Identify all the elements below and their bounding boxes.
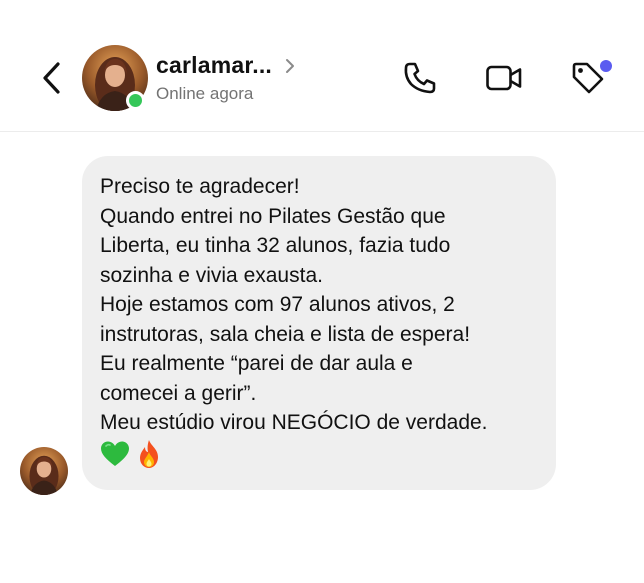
- message-line: sozinha e vivia exausta.: [100, 263, 323, 287]
- message-line: Eu realmente “parei de dar aula e: [100, 352, 413, 375]
- video-call-button[interactable]: [484, 58, 524, 98]
- sender-avatar[interactable]: [20, 447, 68, 495]
- video-camera-icon: [486, 65, 522, 91]
- emoji-row: [100, 438, 538, 470]
- back-button[interactable]: [36, 58, 66, 98]
- message-line: comecei a gerir”.: [100, 381, 257, 405]
- voice-call-button[interactable]: [400, 58, 440, 98]
- phone-icon: [404, 62, 436, 94]
- message-line: Hoje estamos com 97 alunos ativos, 2: [100, 293, 455, 316]
- back-chevron-icon: [43, 62, 60, 94]
- online-indicator: [126, 91, 145, 110]
- message-bubble[interactable]: Preciso te agradecer! Quando entrei no P…: [82, 156, 556, 490]
- chevron-right-icon: [286, 58, 295, 73]
- message-line: Liberta, eu tinha 32 alunos, fazia tudo: [100, 234, 451, 257]
- notification-dot: [600, 60, 612, 72]
- green-heart-icon: [101, 441, 129, 466]
- message-line: Quando entrei no Pilates Gestão que: [100, 204, 446, 228]
- presence-status: Online agora: [156, 84, 254, 103]
- message-line: Meu estúdio virou NEGÓCIO de verdade.: [100, 411, 488, 434]
- chat-header: carlamar... Online agora: [0, 0, 644, 132]
- contact-name: carlamar...: [156, 52, 273, 78]
- contact-name-link[interactable]: carlamar...: [156, 52, 296, 79]
- fire-icon: [140, 439, 158, 468]
- chat-screen: carlamar... Online agora Preciso te agra…: [0, 0, 644, 583]
- message-line: Preciso te agradecer!: [100, 175, 300, 198]
- message-line: instrutoras, sala cheia e lista de esper…: [100, 322, 471, 346]
